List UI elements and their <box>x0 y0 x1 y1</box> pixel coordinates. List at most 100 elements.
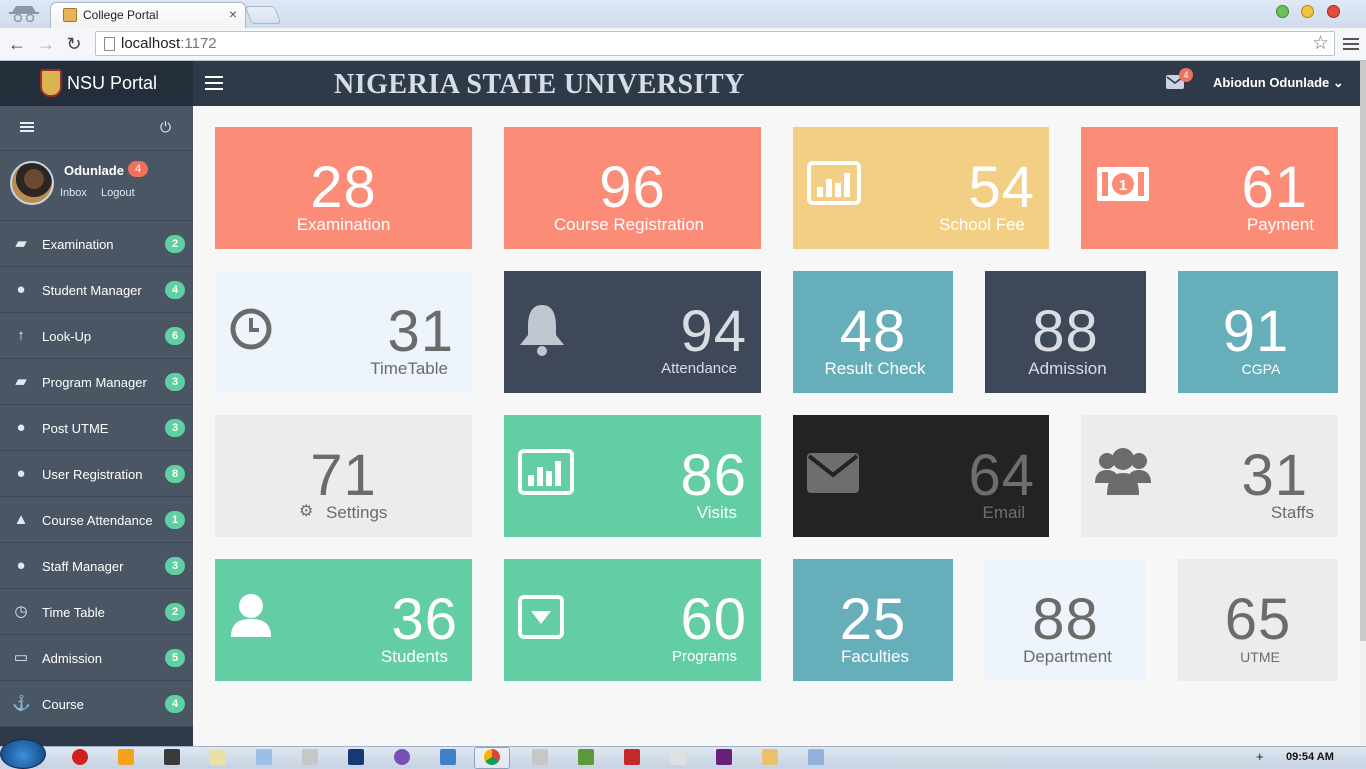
visual-studio-icon[interactable] <box>716 749 732 765</box>
user-menu-dropdown[interactable]: Abiodun Odunlade ⌄ <box>1213 75 1344 91</box>
sidebar-item-label: Staff Manager <box>42 559 124 574</box>
profile-name: Odunlade <box>64 163 124 178</box>
sidebar-item-user-registration[interactable]: ● User Registration 8 <box>0 451 193 497</box>
tile-value: 25 <box>839 587 907 652</box>
app-icon[interactable] <box>164 749 180 765</box>
tile-attendance[interactable]: 94 Attendance <box>504 271 761 393</box>
app-icon[interactable] <box>808 749 824 765</box>
sidebar-item-label: Examination <box>42 237 114 252</box>
browser-menu-icon[interactable] <box>1343 35 1359 51</box>
sidebar-item-look-up[interactable]: ↑ Look-Up 6 <box>0 313 193 359</box>
opera-icon[interactable] <box>72 749 88 765</box>
page-icon <box>104 37 115 51</box>
book-icon: ▰ <box>15 373 27 390</box>
tile-examination[interactable]: 28 Examination <box>215 127 472 249</box>
sidebar-toggle-icon[interactable] <box>20 122 34 133</box>
university-title: NIGERIA STATE UNIVERSITY <box>334 69 745 100</box>
app-icon[interactable] <box>532 749 548 765</box>
app-icon[interactable] <box>256 749 272 765</box>
tile-email[interactable]: 64 Email <box>793 415 1049 537</box>
tile-cgpa[interactable]: 91 CGPA <box>1178 271 1338 393</box>
app-icon[interactable] <box>440 749 456 765</box>
tile-value: 65 <box>1224 587 1292 652</box>
sidebar-item-label: Post UTME <box>42 421 109 436</box>
page-scrollbar[interactable] <box>1360 61 1366 746</box>
tile-label: Admission <box>1028 359 1107 378</box>
hamburger-menu-icon[interactable] <box>205 76 223 90</box>
sidebar-item-admission[interactable]: ▭ Admission 5 <box>0 635 193 681</box>
tile-utme[interactable]: 65 UTME <box>1178 559 1338 681</box>
tile-payment[interactable]: 1 61 Payment <box>1081 127 1338 249</box>
address-bar[interactable]: localhost:1172 ☆ <box>95 31 1335 56</box>
reload-icon[interactable]: ↻ <box>63 33 85 55</box>
users-icon: ● <box>16 281 26 298</box>
caret-square-down-icon <box>518 595 564 639</box>
tile-visits[interactable]: 86 Visits <box>504 415 761 537</box>
bell-icon: ▲ <box>13 511 29 528</box>
app-icon[interactable] <box>670 749 686 765</box>
bar-chart-icon <box>807 161 861 205</box>
tile-value: 94 <box>680 299 747 364</box>
sidebar-item-staff-manager[interactable]: ● Staff Manager 3 <box>0 543 193 589</box>
tile-result-check[interactable]: 48 Result Check <box>793 271 953 393</box>
tile-label: School Fee <box>939 215 1025 234</box>
logout-link[interactable]: Logout <box>101 187 135 199</box>
tile-department[interactable]: 88 Department <box>985 559 1146 681</box>
window-minimize-button[interactable] <box>1276 5 1289 18</box>
tile-settings[interactable]: 71 ⚙ Settings <box>215 415 472 537</box>
tile-label: Payment <box>1246 215 1314 234</box>
window-close-button[interactable] <box>1327 5 1340 18</box>
tile-value: 54 <box>968 155 1035 220</box>
sidebar-item-program-manager[interactable]: ▰ Program Manager 3 <box>0 359 193 405</box>
window-maximize-button[interactable] <box>1301 5 1314 18</box>
sidebar-item-student-manager[interactable]: ● Student Manager 4 <box>0 267 193 313</box>
browser-tab[interactable]: College Portal × <box>50 2 246 28</box>
university-logo-icon <box>40 69 62 97</box>
power-icon[interactable]: ⏻ <box>160 119 171 136</box>
tile-faculties[interactable]: 25 Faculties <box>793 559 953 681</box>
tile-timetable[interactable]: 31 TimeTable <box>215 271 472 393</box>
tile-label: Settings <box>326 503 388 522</box>
forward-arrow-icon[interactable]: → <box>35 33 57 55</box>
brand[interactable]: NSU Portal <box>0 61 193 106</box>
sidebar-item-examination[interactable]: ▰ Examination 2 <box>0 221 193 267</box>
sidebar-item-post-utme[interactable]: ● Post UTME 3 <box>0 405 193 451</box>
tile-label: Email <box>982 503 1025 522</box>
tray-expand-icon[interactable]: + <box>1256 749 1264 764</box>
sidebar-top: ⏻ <box>0 106 193 151</box>
sidebar-item-time-table[interactable]: ◷ Time Table 2 <box>0 589 193 635</box>
filezilla-icon[interactable] <box>624 749 640 765</box>
tile-school-fee[interactable]: 54 School Fee <box>793 127 1049 249</box>
folder-icon[interactable] <box>762 749 778 765</box>
sidebar-item-course-attendance[interactable]: ▲ Course Attendance 1 <box>0 497 193 543</box>
chrome-icon[interactable] <box>484 749 500 765</box>
tile-students[interactable]: 36 Students <box>215 559 472 681</box>
browser-titlebar: College Portal × <box>0 0 1366 28</box>
tile-programs[interactable]: 60 Programs <box>504 559 761 681</box>
tile-label: Department <box>1023 647 1112 666</box>
scrollbar-thumb[interactable] <box>1360 61 1366 641</box>
start-button[interactable] <box>0 739 46 769</box>
app-icon[interactable] <box>394 749 410 765</box>
tile-staffs[interactable]: 31 Staffs <box>1081 415 1338 537</box>
tab-title: College Portal <box>83 8 159 22</box>
tile-admission[interactable]: 88 Admission <box>985 271 1146 393</box>
inbox-link[interactable]: Inbox <box>60 187 87 199</box>
sidebar-item-label: Student Manager <box>42 283 142 298</box>
tab-close-icon[interactable]: × <box>229 6 237 22</box>
app-icon[interactable] <box>302 749 318 765</box>
notepad-icon[interactable] <box>210 749 226 765</box>
media-player-icon[interactable] <box>118 749 134 765</box>
arrow-up-icon: ↑ <box>17 327 25 344</box>
bookmark-star-icon[interactable]: ☆ <box>1312 32 1329 55</box>
chevron-down-icon: ⌄ <box>1332 75 1344 90</box>
avatar[interactable] <box>10 161 54 205</box>
user-icon: ● <box>16 419 26 436</box>
sidebar-item-course[interactable]: ⚓ Course 4 <box>0 681 193 727</box>
back-arrow-icon[interactable]: ← <box>6 33 28 55</box>
tile-course-registration[interactable]: 96 Course Registration <box>504 127 761 249</box>
clock-icon: ◷ <box>14 603 28 620</box>
app-icon[interactable] <box>578 749 594 765</box>
new-tab-button[interactable] <box>244 6 282 24</box>
photoshop-icon[interactable] <box>348 749 364 765</box>
